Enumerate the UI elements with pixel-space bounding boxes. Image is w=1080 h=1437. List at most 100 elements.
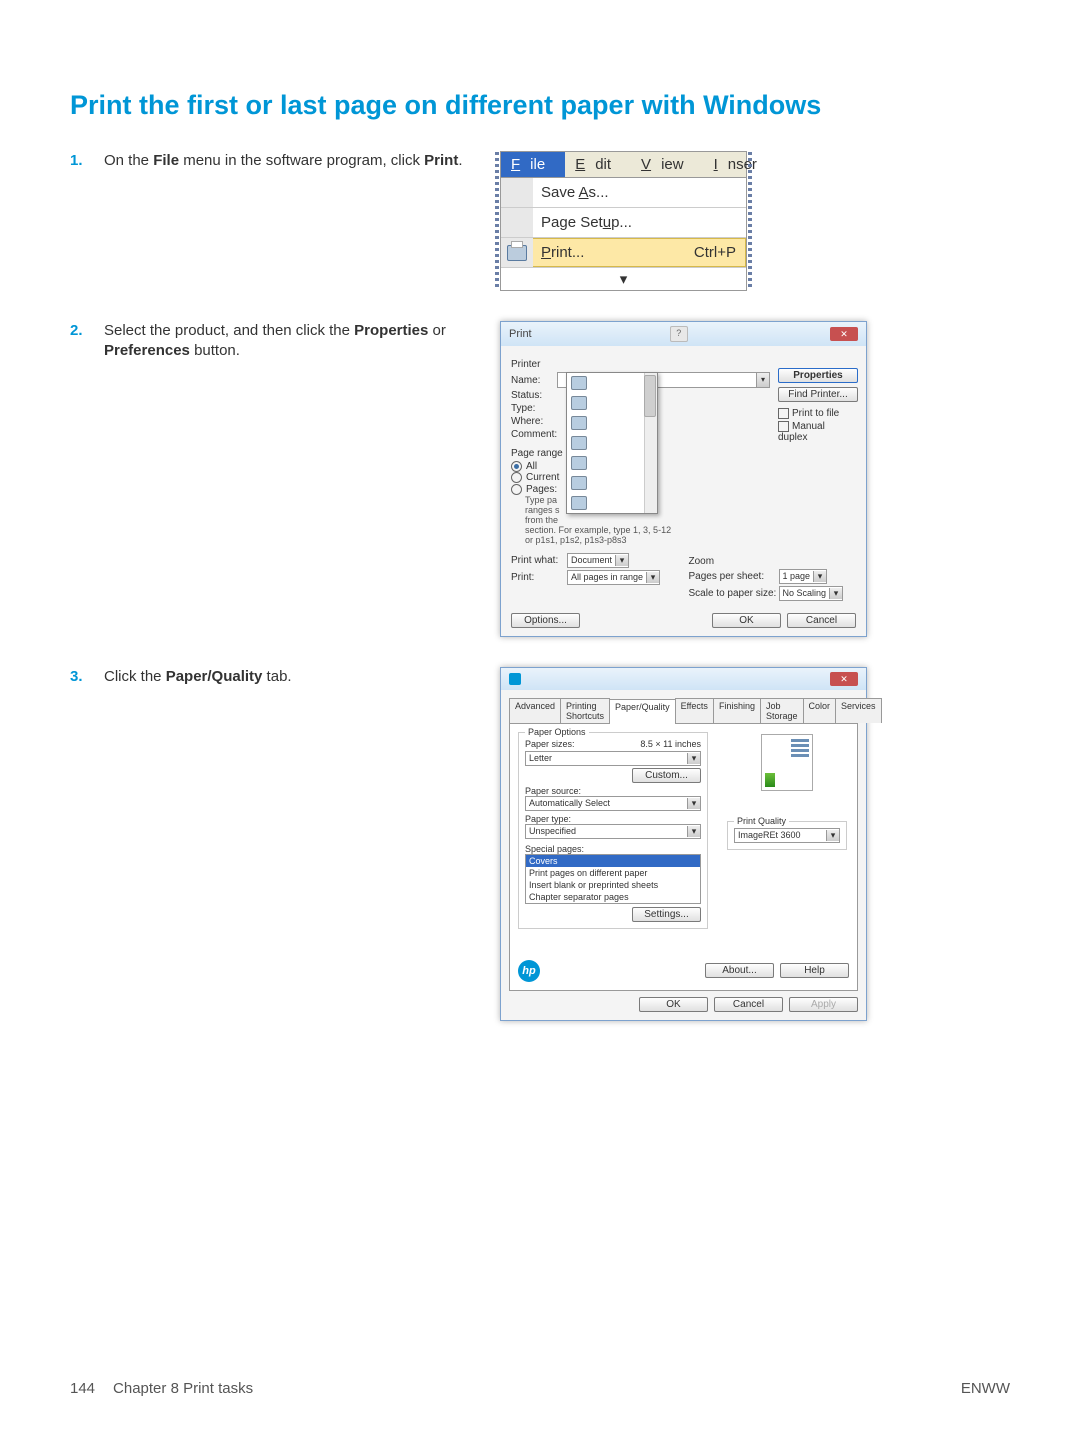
print-shortcut: Ctrl+P: [694, 244, 736, 261]
print-what-label: Print what:: [511, 555, 567, 566]
print-label: Print:: [511, 572, 567, 583]
printer-icon: [571, 476, 587, 490]
tab-color[interactable]: Color: [803, 698, 837, 723]
printer-icon: [571, 436, 587, 450]
menu-item-save-as[interactable]: Save As...: [501, 178, 746, 208]
pages-per-sheet-select[interactable]: 1 page▾: [779, 569, 828, 584]
hp-logo-icon: hp: [518, 960, 540, 982]
print-dialog-titlebar: Print ? ✕: [501, 322, 866, 346]
find-printer-button[interactable]: Find Printer...: [778, 387, 858, 402]
printer-icon: [571, 456, 587, 470]
menu-bar: File Edit View Inser: [501, 152, 746, 178]
tab-services[interactable]: Services: [835, 698, 882, 723]
paper-source-select[interactable]: Automatically Select▾: [525, 796, 701, 811]
print-quality-label: Print Quality: [734, 816, 789, 826]
print-select[interactable]: All pages in range▾: [567, 570, 660, 585]
help-icon[interactable]: ?: [670, 326, 688, 342]
all-label: All: [526, 461, 537, 472]
printer-icon: [571, 496, 587, 510]
scale-to-paper-select[interactable]: No Scaling▾: [779, 586, 844, 601]
menu-item-print[interactable]: Print... Ctrl+P: [501, 238, 746, 268]
chapter-label: Chapter 8 Print tasks: [113, 1380, 253, 1397]
special-pages-list[interactable]: Covers Print pages on different paper In…: [525, 854, 701, 904]
print-dialog: Print ? ✕ Printer Name: ▾ Status: Type:: [500, 321, 867, 637]
step-2: 2. Select the product, and then click th…: [70, 321, 1010, 637]
pages-radio[interactable]: [511, 484, 522, 495]
help-button[interactable]: Help: [780, 963, 849, 978]
type-label: Type:: [511, 403, 557, 414]
tab-advanced[interactable]: Advanced: [509, 698, 561, 723]
name-label: Name:: [511, 375, 557, 386]
paper-source-label: Paper source:: [525, 786, 701, 796]
list-item: Insert blank or preprinted sheets: [526, 879, 700, 891]
manual-duplex-checkbox[interactable]: [778, 421, 789, 432]
cancel-button[interactable]: Cancel: [714, 997, 783, 1012]
close-icon[interactable]: ✕: [830, 672, 858, 686]
where-label: Where:: [511, 416, 557, 427]
step-1: 1. On the File menu in the software prog…: [70, 151, 1010, 291]
printer-section-label: Printer: [511, 359, 770, 370]
paper-size-select[interactable]: Letter▾: [525, 751, 701, 766]
menu-item-page-setup[interactable]: Page Setup...: [501, 208, 746, 238]
step-2-number: 2.: [70, 321, 104, 362]
close-icon[interactable]: ✕: [830, 327, 858, 341]
status-label: Status:: [511, 390, 557, 401]
printer-icon: [571, 396, 587, 410]
zoom-label: Zoom: [689, 556, 857, 567]
apply-button[interactable]: Apply: [789, 997, 858, 1012]
print-to-file-label: Print to file: [792, 408, 839, 419]
menu-view[interactable]: View: [631, 152, 704, 177]
ok-button[interactable]: OK: [712, 613, 781, 628]
enww-label: ENWW: [961, 1380, 1010, 1397]
page-preview: [761, 734, 813, 791]
paper-type-select[interactable]: Unspecified▾: [525, 824, 701, 839]
tab-effects[interactable]: Effects: [675, 698, 714, 723]
list-item: Print pages on different paper: [526, 867, 700, 879]
paper-quality-dialog: ✕ Advanced Printing Shortcuts Paper/Qual…: [500, 667, 867, 1021]
menu-insert[interactable]: Inser: [704, 152, 777, 177]
printer-icon: [507, 245, 527, 261]
tab-printing-shortcuts[interactable]: Printing Shortcuts: [560, 698, 610, 723]
menu-expand-chevron[interactable]: ▾: [501, 268, 746, 290]
ok-button[interactable]: OK: [639, 997, 708, 1012]
menu-edit[interactable]: Edit: [565, 152, 631, 177]
print-to-file-checkbox[interactable]: [778, 408, 789, 419]
tabs: Advanced Printing Shortcuts Paper/Qualit…: [509, 698, 858, 724]
tab-paper-quality[interactable]: Paper/Quality: [609, 699, 676, 724]
all-radio[interactable]: [511, 461, 522, 472]
properties-button[interactable]: Properties: [778, 368, 858, 383]
settings-button[interactable]: Settings...: [632, 907, 701, 922]
print-quality-select[interactable]: ImageREt 3600▾: [734, 828, 840, 843]
tab-job-storage[interactable]: Job Storage: [760, 698, 804, 723]
step-3: 3. Click the Paper/Quality tab. ✕ Advanc…: [70, 667, 1010, 1021]
list-item: Chapter separator pages: [526, 891, 700, 903]
paper-options-label: Paper Options: [525, 727, 589, 737]
printer-dropdown-popup[interactable]: [566, 372, 658, 514]
printer-icon: [571, 416, 587, 430]
step-3-number: 3.: [70, 667, 104, 687]
pages-per-sheet-label: Pages per sheet:: [689, 571, 779, 582]
scroll-thumb[interactable]: [644, 375, 656, 417]
comment-label: Comment:: [511, 429, 557, 440]
paper-sizes-label: Paper sizes:: [525, 739, 640, 749]
page-number: 144: [70, 1380, 95, 1397]
scale-to-paper-label: Scale to paper size:: [689, 588, 779, 599]
scrollbar[interactable]: [644, 373, 657, 513]
cancel-button[interactable]: Cancel: [787, 613, 856, 628]
menu-file[interactable]: File: [501, 152, 565, 177]
about-button[interactable]: About...: [705, 963, 774, 978]
file-menu-illustration: File Edit View Inser Save As... Page Set…: [500, 151, 747, 291]
custom-button[interactable]: Custom...: [632, 768, 701, 783]
options-button[interactable]: Options...: [511, 613, 580, 628]
print-what-select[interactable]: Document▾: [567, 553, 629, 568]
printer-icon: [571, 376, 587, 390]
pq-titlebar: ✕: [501, 668, 866, 690]
special-pages-label: Special pages:: [525, 844, 701, 854]
step-3-text: Click the Paper/Quality tab.: [104, 667, 470, 687]
current-radio[interactable]: [511, 472, 522, 483]
step-1-number: 1.: [70, 151, 104, 171]
step-2-text: Select the product, and then click the P…: [104, 321, 470, 362]
page-footer: 144 Chapter 8 Print tasks ENWW: [70, 1380, 1010, 1397]
page-range-label: Page range: [511, 448, 856, 459]
tab-finishing[interactable]: Finishing: [713, 698, 761, 723]
